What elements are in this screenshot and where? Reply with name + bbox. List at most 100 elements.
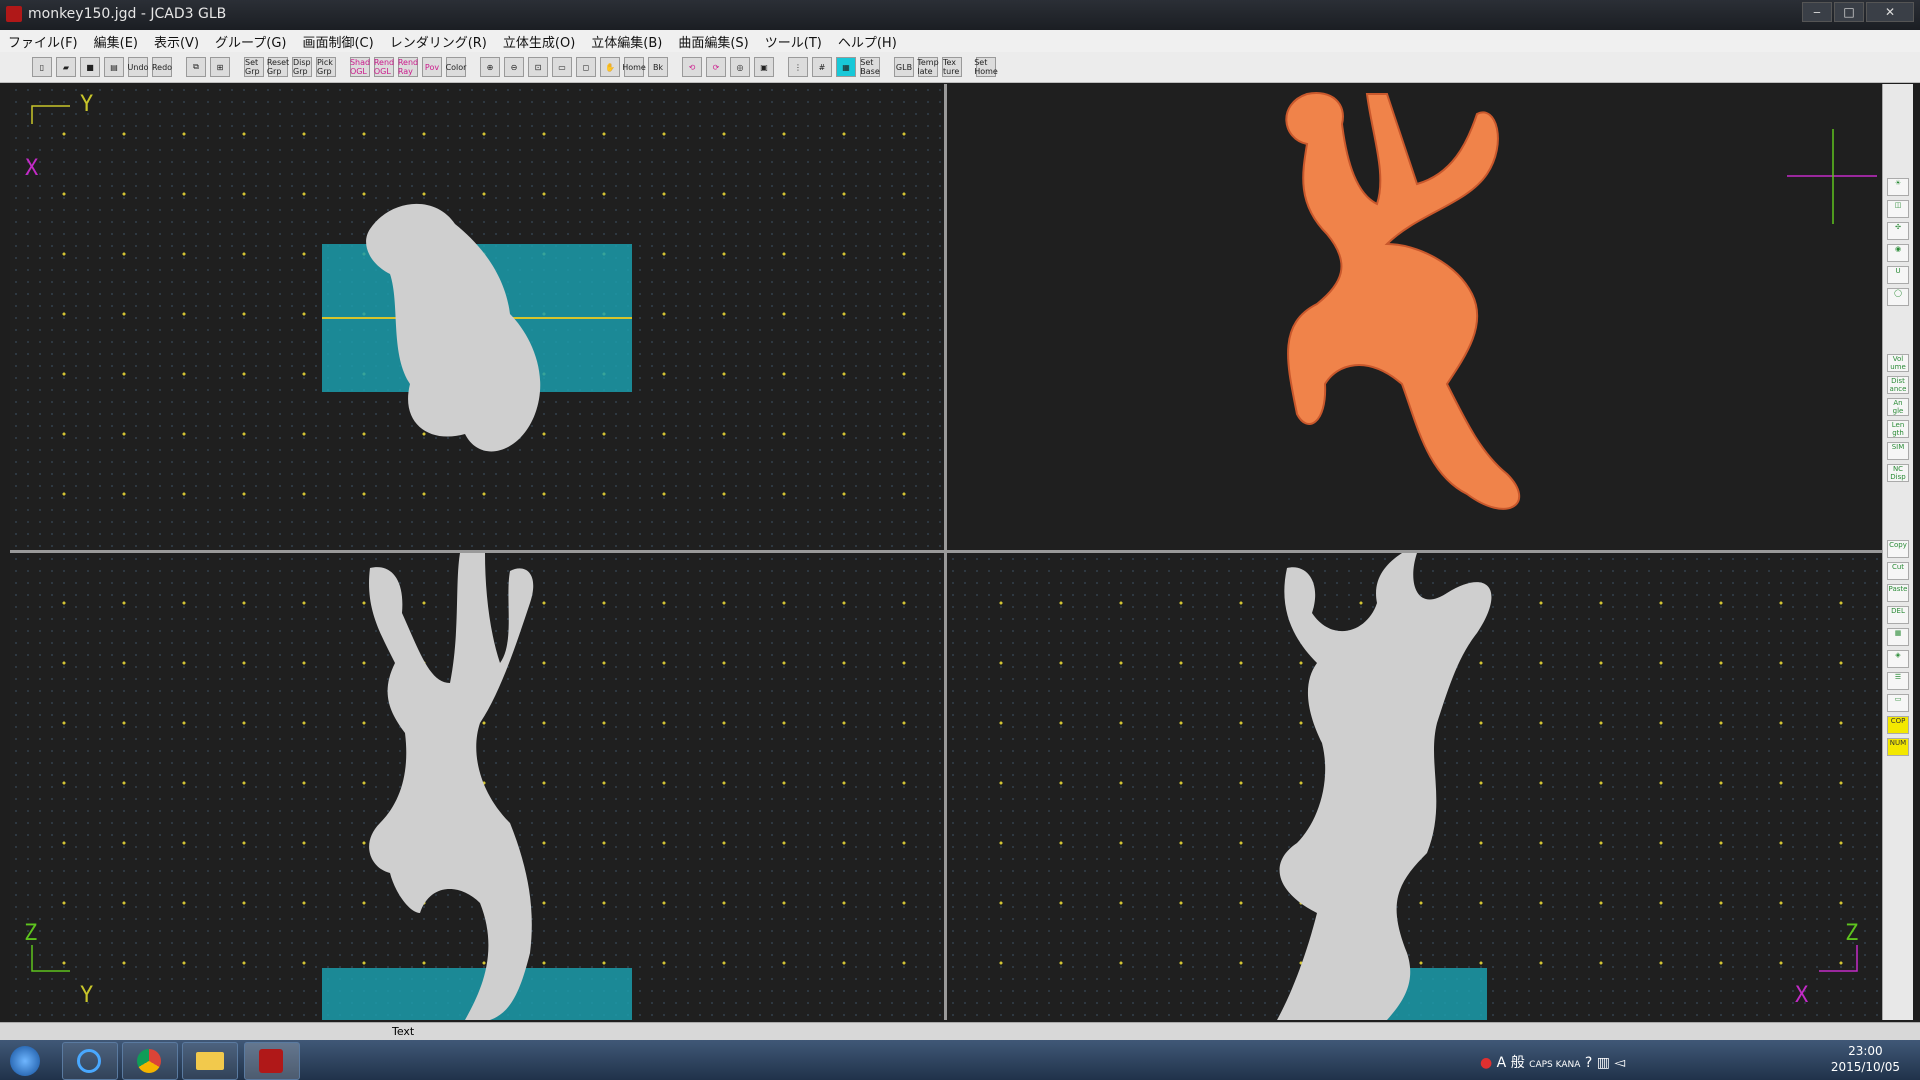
delete-button[interactable]: DEL	[1887, 606, 1909, 624]
folder-icon	[196, 1052, 224, 1070]
menu-solid-edit[interactable]: 立体編集(B)	[583, 32, 670, 51]
transform-icon[interactable]: ✣	[1887, 222, 1909, 240]
menu-rendering[interactable]: レンダリング(R)	[382, 32, 495, 51]
display-group-button[interactable]: Disp Grp	[292, 57, 312, 77]
menu-surface-edit[interactable]: 曲面編集(S)	[670, 32, 756, 51]
menu-help[interactable]: ヘルプ(H)	[830, 32, 905, 51]
texture-button[interactable]: Tex ture	[942, 57, 962, 77]
rotate-view-icon[interactable]: ⟲	[682, 57, 702, 77]
zoom-in-icon[interactable]: ⊕	[480, 57, 500, 77]
circle-tool-icon[interactable]: ◯	[1887, 288, 1909, 306]
front-view-canvas	[31, 553, 632, 1020]
home-view-button[interactable]: Home	[622, 57, 646, 77]
new-file-icon[interactable]: ▯	[32, 57, 52, 77]
menu-view[interactable]: 表示(V)	[146, 32, 207, 51]
menu-edit[interactable]: 編集(E)	[86, 32, 146, 51]
text-tool-button[interactable]: Text	[392, 1025, 414, 1038]
open-folder-icon[interactable]: ▰	[56, 57, 76, 77]
menu-screen-control[interactable]: 画面制御(C)	[294, 32, 381, 51]
clock[interactable]: 23:00 2015/10/05	[1831, 1043, 1900, 1075]
menu-file[interactable]: ファイル(F)	[0, 32, 86, 51]
ime-indicator[interactable]: A 般	[1497, 1055, 1525, 1071]
clock-date: 2015/10/05	[1830, 1060, 1900, 1074]
menu-tools[interactable]: ツール(T)	[757, 32, 830, 51]
shade-ogl-button[interactable]: Shad OGL	[350, 57, 370, 77]
start-button[interactable]	[0, 1042, 50, 1078]
povray-button[interactable]: Pov	[422, 57, 442, 77]
vertical-splitter[interactable]	[944, 84, 947, 1020]
grid-dots-icon[interactable]: ⋮	[788, 57, 808, 77]
tray-flag-icon[interactable]: ●	[1480, 1055, 1492, 1071]
sim-button[interactable]: SIM	[1887, 442, 1909, 460]
viewport-perspective[interactable]	[947, 84, 1881, 550]
color-button[interactable]: Color	[446, 57, 466, 77]
light-icon[interactable]: ☀	[1887, 178, 1909, 196]
render-ogl-button[interactable]: Rend OGL	[374, 57, 394, 77]
minimize-button[interactable]: ‒	[1802, 2, 1832, 22]
pick-group-button[interactable]: Pick Grp	[316, 57, 336, 77]
reset-group-button[interactable]: Reset Grp	[267, 57, 289, 77]
fit-frame-icon[interactable]: ▣	[754, 57, 774, 77]
zoom-out-icon[interactable]: ⊖	[504, 57, 524, 77]
set-base-button[interactable]: Set Base	[860, 57, 880, 77]
menu-solid-create[interactable]: 立体生成(O)	[495, 32, 583, 51]
render-ray-button[interactable]: Rend Ray	[398, 57, 418, 77]
num-toggle[interactable]: NUM	[1887, 738, 1909, 756]
undo-button[interactable]: Undo	[128, 57, 148, 77]
set-group-button[interactable]: Set Grp	[244, 57, 264, 77]
volume-icon[interactable]: ◅	[1614, 1055, 1625, 1071]
back-view-button[interactable]: Bk	[648, 57, 668, 77]
app-icon[interactable]	[6, 6, 22, 22]
maximize-button[interactable]: □	[1834, 2, 1864, 22]
grid-icon[interactable]: ▦	[1887, 628, 1909, 646]
help-icon[interactable]: ?	[1585, 1055, 1592, 1071]
copy-view-icon[interactable]: ⧉	[186, 57, 206, 77]
template-button[interactable]: Temp late	[917, 57, 939, 77]
angle-button[interactable]: An gle	[1887, 398, 1909, 416]
taskbar-ie[interactable]	[62, 1042, 118, 1080]
print-icon[interactable]: ▤	[104, 57, 124, 77]
set-home-button[interactable]: Set Home	[974, 57, 998, 77]
copy-button[interactable]: Copy	[1887, 540, 1909, 558]
rotate-view-reverse-icon[interactable]: ⟳	[706, 57, 726, 77]
viewport-front[interactable]: Z Y	[10, 553, 944, 1020]
redo-button[interactable]: Redo	[152, 57, 172, 77]
taskbar-chrome[interactable]	[122, 1042, 178, 1080]
zoom-window-icon[interactable]: ▭	[552, 57, 572, 77]
taskbar-explorer[interactable]	[182, 1042, 238, 1080]
nc-display-button[interactable]: NC Disp	[1887, 464, 1909, 482]
internet-explorer-icon	[77, 1049, 101, 1073]
zoom-fit-icon[interactable]: ⊡	[528, 57, 548, 77]
orbit-icon[interactable]: ◎	[730, 57, 750, 77]
caps-indicator: CAPS KANA	[1529, 1060, 1581, 1070]
tree-icon[interactable]: ☰	[1887, 672, 1909, 690]
keyboard-icon[interactable]: ▭	[1887, 694, 1909, 712]
taskbar-jcad[interactable]	[244, 1042, 300, 1080]
grid-active-icon[interactable]: ▦	[836, 57, 856, 77]
paste-button[interactable]: Paste	[1887, 584, 1909, 602]
cop-toggle[interactable]: COP	[1887, 716, 1909, 734]
distance-button[interactable]: Dist ance	[1887, 376, 1909, 394]
save-icon[interactable]: ■	[80, 57, 100, 77]
length-button[interactable]: Len gth	[1887, 420, 1909, 438]
wireframe-icon[interactable]: ◈	[1887, 650, 1909, 668]
camera-icon[interactable]: ◫	[1887, 200, 1909, 218]
pan-hand-icon[interactable]: ✋	[600, 57, 620, 77]
four-view-icon[interactable]: ⊞	[210, 57, 230, 77]
viewport-top[interactable]: Y X	[10, 84, 944, 550]
unit-icon[interactable]: U	[1887, 266, 1909, 284]
zoom-all-icon[interactable]: ◻	[576, 57, 596, 77]
window-title: monkey150.jgd - JCAD3 GLB	[28, 6, 227, 22]
axis-label-z: Z	[1845, 921, 1859, 946]
viewport-side[interactable]: Z X	[947, 553, 1881, 1020]
glb-button[interactable]: GLB	[894, 57, 914, 77]
close-button[interactable]: ✕	[1866, 2, 1914, 22]
cut-button[interactable]: Cut	[1887, 562, 1909, 580]
eye-icon[interactable]: ◉	[1887, 244, 1909, 262]
grid-lines-icon[interactable]: #	[812, 57, 832, 77]
toolbar-separator	[966, 57, 972, 77]
network-icon[interactable]: ▥	[1597, 1055, 1610, 1071]
volume-button[interactable]: Vol ume	[1887, 354, 1909, 372]
window-controls: ‒ □ ✕	[1802, 2, 1914, 22]
menu-group[interactable]: グループ(G)	[207, 32, 294, 51]
